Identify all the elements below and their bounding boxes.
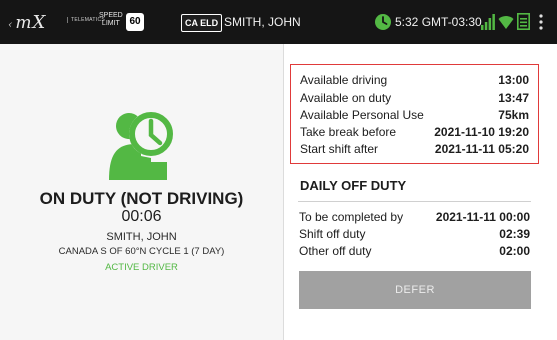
availability-row: Start shift after 2021-11-11 05:20 bbox=[300, 142, 529, 159]
more-vert-icon[interactable] bbox=[538, 14, 544, 30]
speed-limit-badge: 60 bbox=[126, 13, 144, 31]
off-duty-label: Other off duty bbox=[299, 244, 372, 258]
current-driver-name[interactable]: SMITH, JOHN bbox=[224, 14, 301, 30]
availability-value: 13:00 bbox=[498, 73, 529, 87]
ca-eld-badge[interactable]: CA ELD bbox=[181, 14, 223, 32]
panel-divider bbox=[283, 44, 284, 340]
main-content: ON DUTY (NOT DRIVING) 00:06 SMITH, JOHN … bbox=[0, 44, 557, 340]
availability-box: Available driving 13:00 Available on dut… bbox=[290, 64, 539, 164]
availability-value: 13:47 bbox=[498, 91, 529, 105]
speed-limit-label: SPEED LIMIT bbox=[99, 12, 123, 27]
off-duty-value: 2021-11-11 00:00 bbox=[435, 210, 530, 224]
wifi-icon bbox=[498, 16, 514, 29]
app-logo: ‹ mX bbox=[8, 12, 47, 33]
active-driver-label: ACTIVE DRIVER bbox=[105, 262, 178, 273]
availability-row: Available driving 13:00 bbox=[300, 73, 529, 90]
availability-label: Available Personal Use bbox=[300, 108, 424, 122]
driver-name: SMITH, JOHN bbox=[106, 231, 177, 243]
daily-off-duty-list: To be completed by 2021-11-11 00:00 Shif… bbox=[290, 210, 539, 270]
off-duty-row: To be completed by 2021-11-11 00:00 bbox=[299, 210, 530, 227]
off-duty-label: Shift off duty bbox=[299, 227, 366, 241]
availability-value: 75km bbox=[498, 108, 529, 122]
availability-label: Start shift after bbox=[300, 142, 379, 156]
availability-row: Available on duty 13:47 bbox=[300, 91, 529, 108]
status-bar: ‹ mX TELEMATICS SPEED LIMIT 60 CA ELD SMI… bbox=[0, 0, 557, 44]
cycle-label: CANADA S OF 60°N CYCLE 1 (7 DAY) bbox=[58, 246, 225, 257]
off-duty-label: To be completed by bbox=[299, 210, 404, 224]
defer-button[interactable]: DEFER bbox=[299, 271, 531, 309]
section-divider bbox=[298, 201, 531, 202]
duty-status-title: ON DUTY (NOT DRIVING) bbox=[39, 189, 244, 208]
off-duty-row: Other off duty 02:00 bbox=[299, 244, 530, 261]
availability-label: Take break before bbox=[300, 125, 397, 139]
availability-value: 2021-11-10 19:20 bbox=[434, 125, 529, 139]
off-duty-row: Shift off duty 02:39 bbox=[299, 227, 530, 244]
signal-icon bbox=[481, 14, 495, 30]
duty-status-panel: ON DUTY (NOT DRIVING) 00:06 SMITH, JOHN … bbox=[0, 44, 283, 340]
daily-off-duty-title: DAILY OFF DUTY bbox=[300, 178, 407, 193]
clock-icon bbox=[375, 14, 391, 30]
availability-value: 2021-11-11 05:20 bbox=[434, 142, 529, 156]
availability-label: Available on duty bbox=[300, 91, 392, 105]
availability-label: Available driving bbox=[300, 73, 388, 87]
driver-clock-icon[interactable] bbox=[107, 102, 179, 182]
clock-time: 5:32 GMT-03:30 bbox=[395, 15, 482, 29]
duty-status-timer: 00:06 bbox=[121, 208, 162, 225]
availability-row: Available Personal Use 75km bbox=[300, 108, 529, 125]
document-icon[interactable] bbox=[517, 13, 530, 30]
availability-row: Take break before 2021-11-10 19:20 bbox=[300, 125, 529, 142]
off-duty-value: 02:39 bbox=[499, 227, 530, 241]
off-duty-value: 02:00 bbox=[499, 244, 530, 258]
